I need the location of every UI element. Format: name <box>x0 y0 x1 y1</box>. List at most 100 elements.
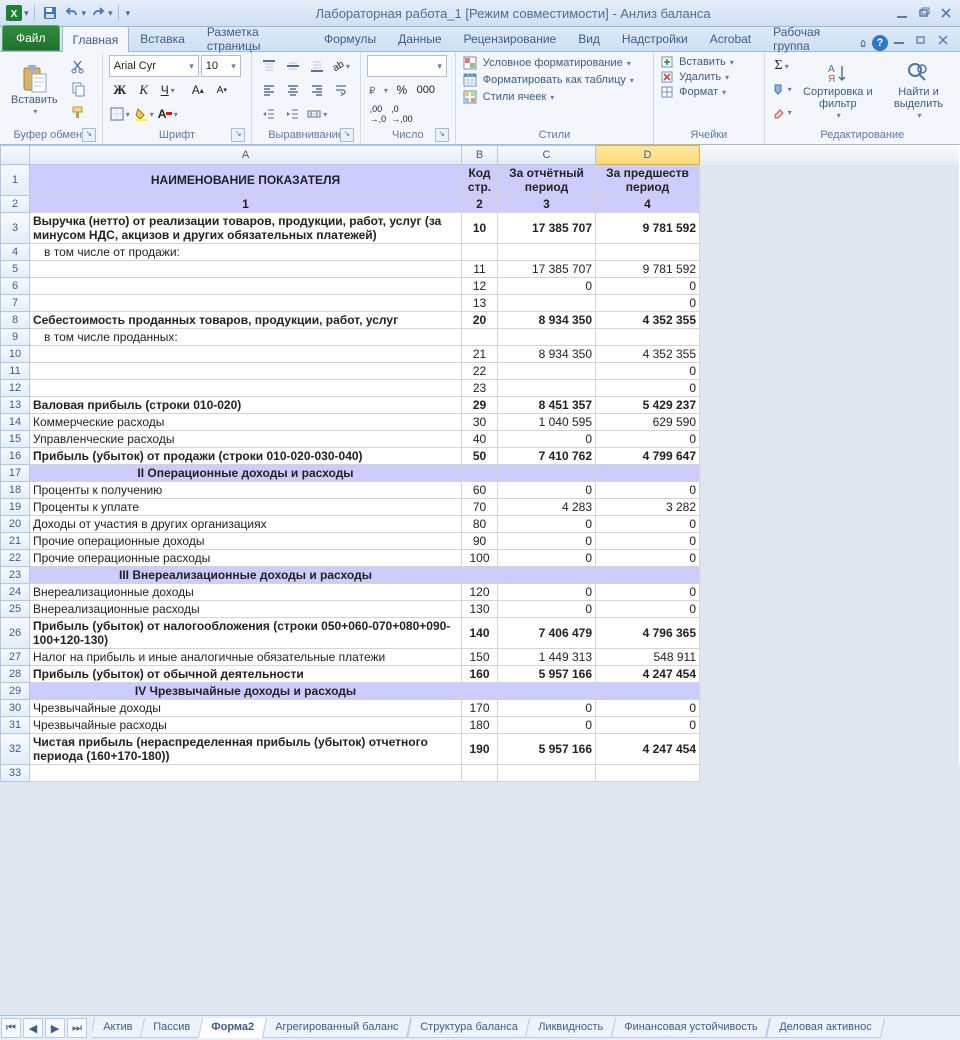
cell-styles-button[interactable]: Стили ячеек▾ <box>462 89 555 105</box>
cell[interactable]: 0 <box>596 431 699 447</box>
bold-icon[interactable]: Ж <box>109 79 131 101</box>
cell[interactable] <box>596 574 699 576</box>
row-header[interactable]: 22 <box>1 550 30 567</box>
cell[interactable] <box>498 370 595 372</box>
insert-cells-button[interactable]: Вставить▾ <box>660 55 734 69</box>
comma-style-icon[interactable]: 000 <box>415 79 437 101</box>
cell[interactable]: Код стр. <box>462 165 497 195</box>
find-select-button[interactable]: Найти и выделить▾ <box>883 55 954 127</box>
cell[interactable]: 140 <box>462 625 497 641</box>
cell[interactable]: 8 934 350 <box>498 346 595 362</box>
cell[interactable]: 40 <box>462 431 497 447</box>
cell[interactable]: в том числе проданных: <box>30 329 461 345</box>
cell[interactable]: 4 283 <box>498 499 595 515</box>
row-header[interactable]: 9 <box>1 329 30 346</box>
row-header[interactable]: 33 <box>1 765 30 782</box>
column-header-D[interactable]: D <box>596 146 700 165</box>
cell[interactable]: Доходы от участия в других организациях <box>30 516 461 532</box>
cell[interactable] <box>462 772 497 774</box>
cell[interactable]: Управленческие расходы <box>30 431 461 447</box>
row-header[interactable]: 23 <box>1 567 30 584</box>
cell[interactable]: Проценты к получению <box>30 482 461 498</box>
cell[interactable]: 0 <box>596 601 699 617</box>
cell[interactable]: За предшеств период <box>596 165 699 195</box>
dialog-launcher-icon[interactable]: ↘ <box>231 128 245 142</box>
cell[interactable] <box>498 251 595 253</box>
cell[interactable] <box>498 302 595 304</box>
undo-dropdown-icon[interactable]: ▾ <box>82 8 87 19</box>
cell[interactable]: 0 <box>596 278 699 294</box>
align-top-icon[interactable] <box>258 55 280 77</box>
cell[interactable]: 7 410 762 <box>498 448 595 464</box>
spreadsheet-grid[interactable]: A B C D 1 НАИМЕНОВАНИЕ ПОКАЗАТЕЛЯ Код ст… <box>0 145 960 782</box>
cell[interactable]: 5 957 166 <box>498 666 595 682</box>
cell[interactable]: 0 <box>498 550 595 566</box>
row-header[interactable]: 8 <box>1 312 30 329</box>
row-header[interactable]: 14 <box>1 414 30 431</box>
cell[interactable]: 0 <box>596 584 699 600</box>
cell[interactable]: 0 <box>596 516 699 532</box>
sheet-nav-prev-icon[interactable]: ◀ <box>23 1018 43 1038</box>
cell[interactable] <box>498 690 595 692</box>
column-header-C[interactable]: C <box>498 146 596 165</box>
decrease-decimal-icon[interactable]: ,0→,00 <box>391 103 413 125</box>
grow-font-icon[interactable]: A▴ <box>187 79 209 101</box>
sheet-tab[interactable]: Агрегированный баланс <box>262 1018 412 1038</box>
cell[interactable]: 120 <box>462 584 497 600</box>
dialog-launcher-icon[interactable]: ↘ <box>340 128 354 142</box>
cell[interactable]: 60 <box>462 482 497 498</box>
delete-cells-button[interactable]: Удалить▾ <box>660 70 729 84</box>
cell[interactable]: 12 <box>462 278 497 294</box>
fill-color-icon[interactable]: ▾ <box>133 103 155 125</box>
cell[interactable]: 150 <box>462 649 497 665</box>
help-icon[interactable]: ? <box>872 35 888 51</box>
cell[interactable]: 629 590 <box>596 414 699 430</box>
clear-icon[interactable]: ▾ <box>771 101 793 123</box>
excel-app-icon[interactable]: X <box>4 3 24 23</box>
cell[interactable] <box>30 268 461 270</box>
cell[interactable]: Чистая прибыль (нераспределенная прибыль… <box>30 734 461 764</box>
row-header[interactable]: 13 <box>1 397 30 414</box>
cell[interactable]: 5 957 166 <box>498 741 595 757</box>
cell[interactable]: 0 <box>498 584 595 600</box>
cell[interactable]: Чрезвычайные доходы <box>30 700 461 716</box>
cell[interactable]: Налог на прибыль и иные аналогичные обяз… <box>30 649 461 665</box>
cell[interactable]: 0 <box>596 380 699 396</box>
cell[interactable] <box>30 772 461 774</box>
sheet-tab[interactable]: Пассив <box>140 1018 203 1038</box>
cell[interactable]: 17 385 707 <box>498 220 595 236</box>
format-as-table-button[interactable]: Форматировать как таблицу▾ <box>462 72 634 88</box>
sheet-tab[interactable]: Структура баланса <box>406 1018 530 1038</box>
mdi-minimize-icon[interactable] <box>894 35 910 51</box>
sheet-tab[interactable]: Актив <box>92 1018 145 1038</box>
cell[interactable]: 0 <box>596 717 699 733</box>
qat-customize-dropdown-icon[interactable]: ▾ <box>122 8 135 19</box>
row-header[interactable]: 21 <box>1 533 30 550</box>
cell[interactable]: 10 <box>462 220 497 236</box>
cell[interactable]: Проценты к уплате <box>30 499 461 515</box>
sheet-tab[interactable]: Финансовая устойчивость <box>611 1018 771 1038</box>
restore-button[interactable] <box>914 3 934 23</box>
underline-icon[interactable]: Ч▾ <box>157 79 179 101</box>
cell[interactable]: 0 <box>498 601 595 617</box>
sheet-nav-last-icon[interactable]: ⏭ <box>67 1018 87 1038</box>
cell[interactable]: 3 <box>498 196 595 212</box>
cell[interactable] <box>498 574 595 576</box>
tab-Вид[interactable]: Вид <box>567 25 611 51</box>
orientation-icon[interactable]: ab▾ <box>330 55 352 77</box>
cell[interactable]: 2 <box>462 196 497 212</box>
cell[interactable]: 4 352 355 <box>596 346 699 362</box>
copy-icon[interactable] <box>67 78 89 100</box>
font-family-combo[interactable]: Arial Cyr▾ <box>109 55 199 77</box>
row-header[interactable]: 32 <box>1 734 30 765</box>
cell[interactable] <box>498 472 595 474</box>
cell[interactable] <box>462 574 497 576</box>
cell[interactable]: 1 449 313 <box>498 649 595 665</box>
cell[interactable]: 21 <box>462 346 497 362</box>
select-all-corner[interactable] <box>1 146 30 165</box>
sheet-nav-first-icon[interactable]: ⏮ <box>1 1018 21 1038</box>
cell[interactable] <box>30 387 461 389</box>
font-color-icon[interactable]: A▾ <box>157 103 179 125</box>
row-header[interactable]: 25 <box>1 601 30 618</box>
row-header[interactable]: 31 <box>1 717 30 734</box>
